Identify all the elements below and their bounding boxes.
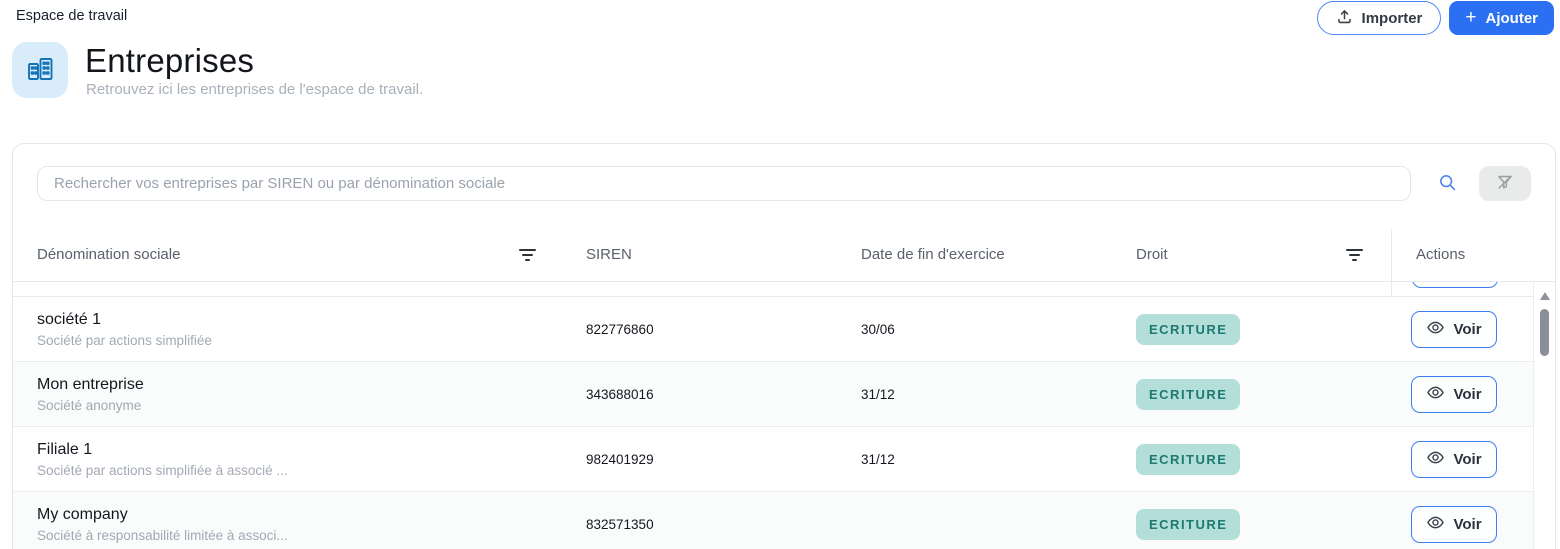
company-legal-form: Société anonyme <box>37 397 142 413</box>
search-button[interactable] <box>1430 167 1464 201</box>
view-button-label: Voir <box>1453 385 1482 403</box>
view-button-label: Voir <box>1453 450 1482 468</box>
add-button[interactable]: + Ajouter <box>1449 1 1554 35</box>
page-title: Entreprises <box>85 42 255 79</box>
filter-off-icon <box>1495 172 1515 195</box>
add-button-label: Ajouter <box>1485 9 1539 27</box>
company-name: My company <box>37 505 128 523</box>
search-icon <box>1438 173 1457 195</box>
company-end-date: 30/06 <box>861 321 895 337</box>
table-body: société 1 Société par actions simplifiée… <box>13 282 1535 549</box>
right-badge: ECRITURE <box>1136 443 1241 475</box>
plus-icon: + <box>1465 6 1477 28</box>
view-button[interactable]: Voir <box>1411 440 1497 478</box>
view-button[interactable]: Voir <box>1411 505 1497 543</box>
companies-card: Dénomination sociale SIREN Date de fin d… <box>12 143 1556 549</box>
column-header-droit: Droit <box>1136 246 1168 263</box>
company-end-date: 31/12 <box>861 451 895 467</box>
company-end-date: 31/12 <box>861 386 895 402</box>
right-badge: ECRITURE <box>1136 313 1241 345</box>
right-badge: ECRITURE <box>1136 378 1241 410</box>
import-button-label: Importer <box>1361 9 1423 27</box>
view-button-partial[interactable] <box>1412 282 1498 288</box>
column-header-end-date: Date de fin d'exercice <box>861 246 1005 263</box>
right-badge: ECRITURE <box>1136 508 1241 540</box>
filter-lines-icon[interactable] <box>1345 249 1363 263</box>
table-row: société 1 Société par actions simplifiée… <box>13 297 1535 362</box>
view-button-label: Voir <box>1453 515 1482 533</box>
toolbar: Importer + Ajouter <box>1316 1 1554 35</box>
eye-icon <box>1426 318 1445 341</box>
search-input[interactable] <box>37 166 1411 201</box>
upload-icon <box>1336 8 1353 29</box>
table-row: My company Société à responsabilité limi… <box>13 492 1535 549</box>
eye-icon <box>1426 383 1445 406</box>
column-header-actions: Actions <box>1416 246 1466 263</box>
company-siren: 822776860 <box>586 321 654 337</box>
company-siren: 343688016 <box>586 386 654 402</box>
column-header-denomination: Dénomination sociale <box>37 246 181 263</box>
company-siren: 982401929 <box>586 451 654 467</box>
import-button[interactable]: Importer <box>1316 1 1442 35</box>
filter-clear-button[interactable] <box>1479 166 1531 201</box>
column-header-siren: SIREN <box>586 246 632 263</box>
view-button-label: Voir <box>1453 320 1482 338</box>
table-row-partial <box>13 282 1535 297</box>
breadcrumb[interactable]: Espace de travail <box>16 8 127 24</box>
company-name: Mon entreprise <box>37 375 144 393</box>
view-button[interactable]: Voir <box>1411 375 1497 413</box>
company-legal-form: Société par actions simplifiée <box>37 332 212 348</box>
triangle-up-icon[interactable] <box>1539 292 1550 300</box>
eye-icon <box>1426 448 1445 471</box>
company-legal-form: Société à responsabilité limitée à assoc… <box>37 527 288 543</box>
scrollbar-thumb[interactable] <box>1540 309 1549 356</box>
company-name: Filiale 1 <box>37 440 93 458</box>
company-legal-form: Société par actions simplifiée à associé… <box>37 462 288 478</box>
eye-icon <box>1426 513 1445 536</box>
view-button[interactable]: Voir <box>1411 310 1497 348</box>
table-row: Mon entreprise Société anonyme 343688016… <box>13 362 1535 427</box>
company-name: société 1 <box>37 310 102 328</box>
page-subtitle: Retrouvez ici les entreprises de l'espac… <box>86 81 424 98</box>
buildings-icon <box>24 52 56 89</box>
table-header: Dénomination sociale SIREN Date de fin d… <box>13 229 1555 282</box>
table-row: Filiale 1 Société par actions simplifiée… <box>13 427 1535 492</box>
scrollbar-track[interactable] <box>1533 282 1555 549</box>
company-siren: 832571350 <box>586 516 654 532</box>
filter-lines-icon[interactable] <box>518 249 536 263</box>
app-icon-box <box>12 42 68 98</box>
